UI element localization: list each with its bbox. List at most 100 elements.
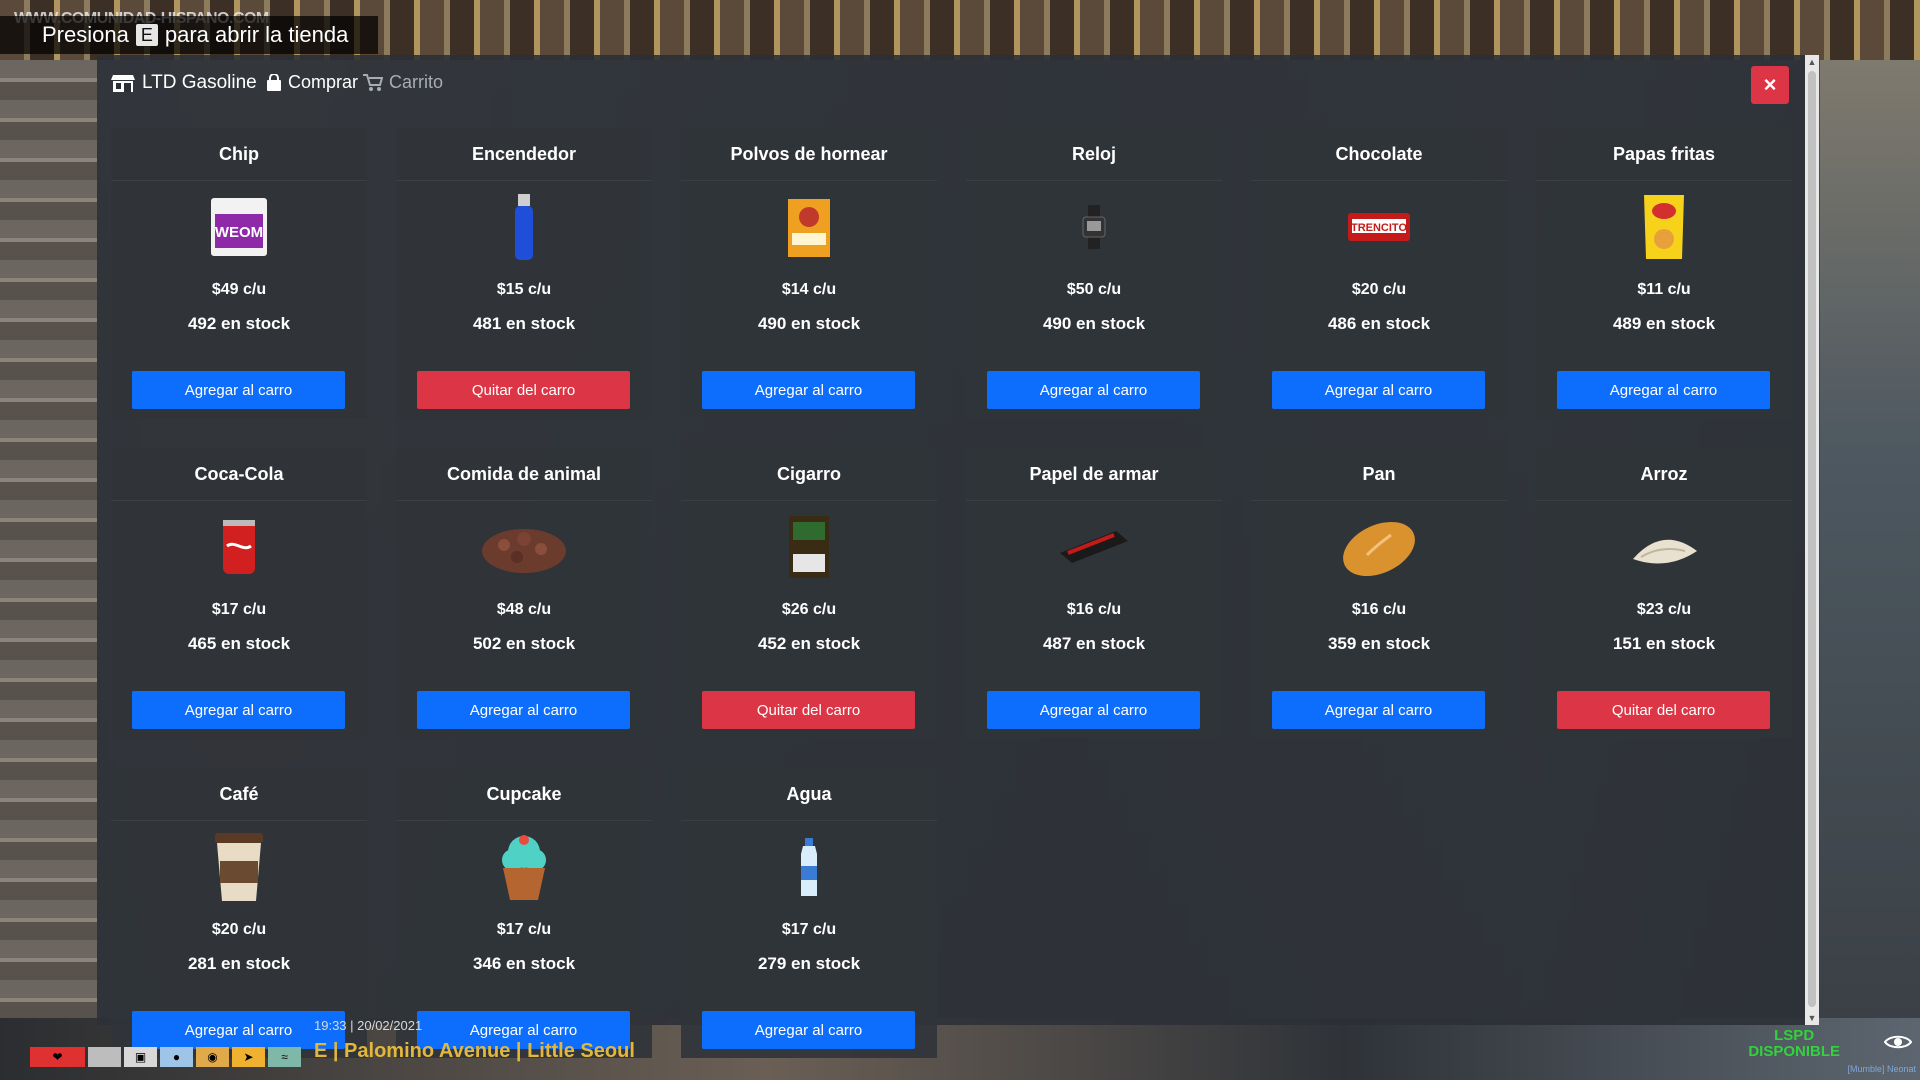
product-grid: Chip WEOM $49 c/u 492 en stock Agregar al ca… [111, 128, 1792, 1058]
product-card: Reloj $50 c/u 490 en stock Agregar al carro [966, 128, 1222, 418]
hint-key: E [135, 24, 158, 46]
product-stock: 490 en stock [1042, 314, 1146, 333]
product-card: Polvos de hornear $14 c/u 490 en stock Agre… [681, 128, 937, 418]
food-icon: ▣ [124, 1047, 157, 1067]
lighter-icon [396, 188, 652, 266]
add-to-cart-button[interactable]: Agregar al carro [702, 1011, 915, 1049]
product-stock: 489 en stock [1612, 314, 1716, 333]
hud-duty-status: LSPD DISPONIBLE [1748, 1028, 1840, 1060]
scroll-down-icon[interactable]: ▼ [1805, 1011, 1819, 1025]
product-price: $49 c/u [211, 281, 267, 298]
product-card: Encendedor $15 c/u 481 en stock Quitar del … [396, 128, 652, 418]
add-to-cart-button[interactable]: Agregar al carro [1557, 371, 1770, 409]
store-name: LTD Gasoline [142, 72, 257, 93]
scrollbar[interactable]: ▲ ▼ [1805, 55, 1819, 1025]
background-left-rack [0, 60, 97, 1040]
product-stock: 151 en stock [1612, 634, 1716, 653]
cart-icon [363, 73, 383, 91]
add-to-cart-button[interactable]: Agregar al carro [132, 371, 345, 409]
product-name: Arroz [1536, 448, 1792, 501]
product-stock: 492 en stock [187, 314, 291, 333]
product-stock: 502 en stock [472, 634, 576, 653]
product-name: Reloj [966, 128, 1222, 181]
product-card: Coca-Cola $17 c/u 465 en stock Agregar al c… [111, 448, 367, 738]
interaction-hint: Presiona E para abrir la tienda [0, 16, 378, 54]
cupcake-icon [396, 828, 652, 906]
product-name: Pan [1251, 448, 1507, 501]
close-button[interactable]: × [1751, 66, 1789, 104]
add-to-cart-button[interactable]: Agregar al carro [417, 691, 630, 729]
svg-text:TRENCITO: TRENCITO [1351, 222, 1407, 234]
product-name: Cupcake [396, 768, 652, 821]
product-name: Comida de animal [396, 448, 652, 501]
svg-text:WEOM: WEOM [215, 224, 263, 241]
product-stock: 346 en stock [472, 954, 576, 973]
remove-from-cart-button[interactable]: Quitar del carro [702, 691, 915, 729]
shopping-bag-icon [267, 73, 281, 91]
add-to-cart-button[interactable]: Agregar al carro [987, 691, 1200, 729]
tab-carrito-label: Carrito [389, 72, 444, 92]
product-card: Comida de animal $48 c/u 502 en stock Agreg… [396, 448, 652, 738]
add-to-cart-button[interactable]: Agregar al carro [1272, 691, 1485, 729]
product-name: Encendedor [396, 128, 652, 181]
scroll-up-icon[interactable]: ▲ [1805, 55, 1819, 69]
water-bottle-icon [681, 828, 937, 906]
product-stock: 465 en stock [187, 634, 291, 653]
chocolate-icon: TRENCITO [1251, 188, 1507, 266]
shop-header: LTD Gasoline Comprar Carrito × [97, 55, 1819, 113]
add-to-cart-button[interactable]: Agregar al carro [702, 371, 915, 409]
store-brand: LTD Gasoline [111, 72, 257, 94]
pet-food-icon [396, 508, 652, 586]
remove-from-cart-button[interactable]: Quitar del carro [417, 371, 630, 409]
product-price: $20 c/u [1351, 281, 1407, 298]
product-name: Cigarro [681, 448, 937, 501]
tab-comprar[interactable]: Comprar [266, 72, 358, 93]
watch-icon [966, 188, 1222, 266]
hud-status-org: LSPD [1774, 1027, 1815, 1044]
product-card: Chocolate TRENCITO $20 c/u 486 en stock Agre… [1251, 128, 1507, 418]
product-price: $17 c/u [781, 921, 837, 938]
product-stock: 359 en stock [1327, 634, 1431, 653]
product-name: Papel de armar [966, 448, 1222, 501]
hud-voice-user: [Mumble] Neonat [1847, 1064, 1916, 1074]
product-stock: 487 en stock [1042, 634, 1146, 653]
product-price: $15 c/u [496, 281, 552, 298]
remove-from-cart-button[interactable]: Quitar del carro [1557, 691, 1770, 729]
product-name: Agua [681, 768, 937, 821]
product-card: Pan $16 c/u 359 en stock Agregar al carro [1251, 448, 1507, 738]
product-card: Café $20 c/u 281 en stock Agregar al carro [111, 768, 367, 1058]
stamina-icon: ➤ [232, 1047, 265, 1067]
product-price: $14 c/u [781, 281, 837, 298]
tab-carrito[interactable]: Carrito [363, 72, 443, 93]
hint-prefix: Presiona [42, 22, 129, 47]
hud-location: E | Palomino Avenue | Little Seoul [314, 1040, 635, 1062]
oxygen-icon: ≈ [268, 1047, 301, 1067]
add-to-cart-button[interactable]: Agregar al carro [132, 691, 345, 729]
add-to-cart-button[interactable]: Agregar al carro [987, 371, 1200, 409]
product-name: Papas fritas [1536, 128, 1792, 181]
product-price: $20 c/u [211, 921, 267, 938]
sim-card-icon: WEOM [111, 188, 367, 266]
soda-can-icon [111, 508, 367, 586]
armor-icon [88, 1047, 121, 1067]
rice-icon [1536, 508, 1792, 586]
product-stock: 452 en stock [757, 634, 861, 653]
product-price: $16 c/u [1351, 601, 1407, 618]
add-to-cart-button[interactable]: Agregar al carro [1272, 371, 1485, 409]
product-price: $11 c/u [1637, 281, 1691, 298]
hud-datetime: 19:33 | 20/02/2021 [314, 1018, 423, 1033]
product-stock: 486 en stock [1327, 314, 1431, 333]
rolling-paper-icon [966, 508, 1222, 586]
hud-status-state: DISPONIBLE [1748, 1043, 1840, 1060]
product-name: Chocolate [1251, 128, 1507, 181]
store-icon [111, 75, 135, 92]
product-card: Agua $17 c/u 279 en stock Agregar al carro [681, 768, 937, 1058]
product-price: $26 c/u [781, 601, 837, 618]
scrollbar-thumb[interactable] [1808, 71, 1816, 1007]
product-card: Chip WEOM $49 c/u 492 en stock Agregar al ca… [111, 128, 367, 418]
chips-bag-icon [1536, 188, 1792, 266]
product-stock: 279 en stock [757, 954, 861, 973]
bread-icon [1251, 508, 1507, 586]
product-card: Arroz $23 c/u 151 en stock Quitar del carro [1536, 448, 1792, 738]
product-stock: 281 en stock [187, 954, 291, 973]
